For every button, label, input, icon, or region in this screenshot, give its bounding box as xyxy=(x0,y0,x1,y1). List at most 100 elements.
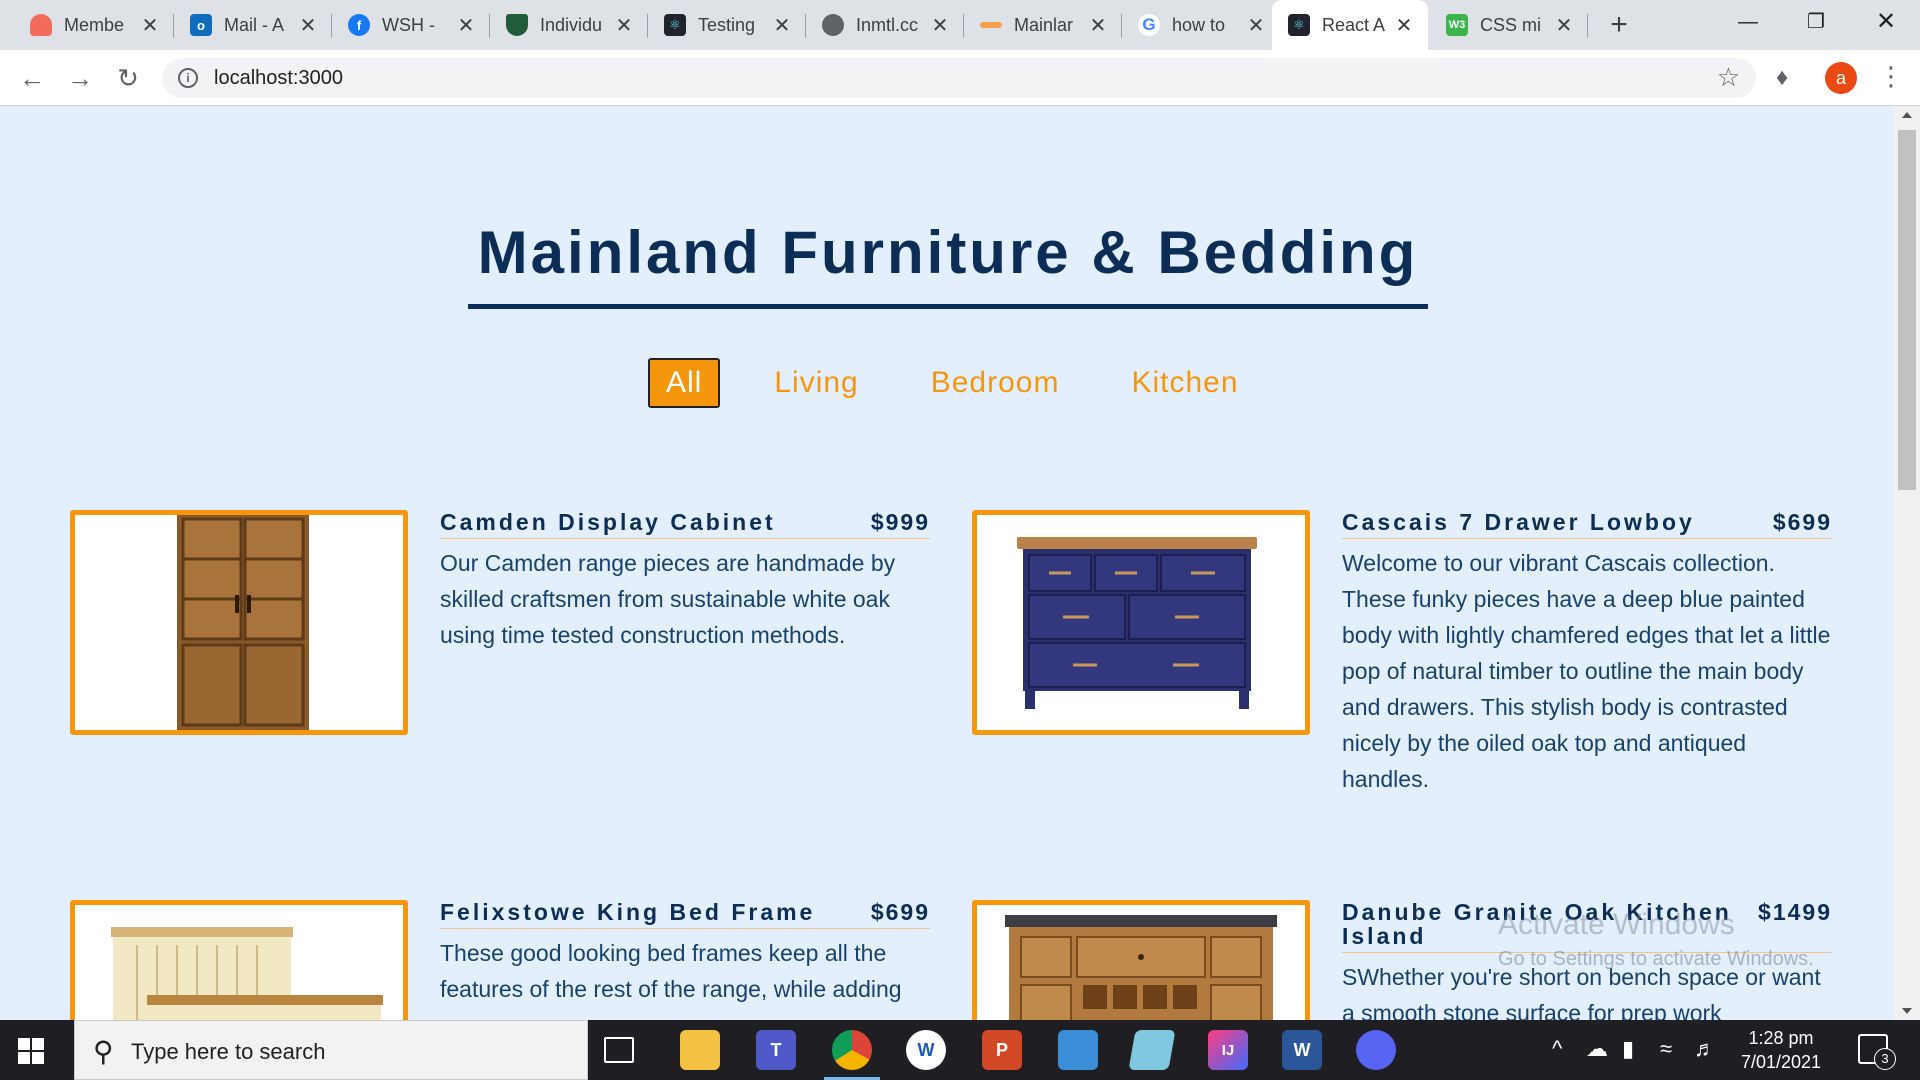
extensions-puzzle-icon[interactable]: ♦ xyxy=(1776,64,1788,92)
facebook-icon: f xyxy=(348,14,370,36)
tab-title: Membe xyxy=(64,14,125,35)
activate-windows-subtext: Go to Settings to activate Windows. xyxy=(1498,948,1814,970)
notification-center-icon[interactable]: 3 xyxy=(1858,1034,1896,1070)
url-text[interactable]: localhost:3000 xyxy=(214,67,343,90)
lowboy-image xyxy=(1017,537,1257,709)
chrome-icon[interactable] xyxy=(824,1030,880,1080)
filter-kitchen-button[interactable]: Kitchen xyxy=(1113,358,1256,408)
tab-bar: Membe ✕ o Mail - A ✕ f WSH - ✕ Individu … xyxy=(0,0,1920,50)
vertical-scrollbar[interactable] xyxy=(1894,106,1920,1020)
item-name: Felixstowe King Bed Frame xyxy=(440,899,816,925)
notes-icon[interactable] xyxy=(1128,1030,1176,1070)
reload-button[interactable]: ↻ xyxy=(112,62,144,94)
discord-icon[interactable] xyxy=(1356,1030,1396,1070)
category-filters: All Living Bedroom Kitchen xyxy=(648,358,1293,408)
restore-button[interactable]: ❐ xyxy=(1782,0,1850,44)
tab-title: React A xyxy=(1322,14,1386,35)
browser-tab[interactable]: W3 CSS mi ✕ xyxy=(1430,0,1588,50)
browser-tab[interactable]: Inmtl.cc ✕ xyxy=(806,0,964,50)
ruler-icon xyxy=(980,22,1002,28)
react-icon: ⚛ xyxy=(1288,14,1310,36)
intellij-icon[interactable]: IJ xyxy=(1208,1030,1248,1070)
close-icon[interactable]: ✕ xyxy=(1242,13,1270,38)
activate-windows-watermark: Activate Windows xyxy=(1498,908,1735,941)
shield-icon xyxy=(506,14,528,36)
close-window-button[interactable]: ✕ xyxy=(1852,0,1920,44)
info-icon[interactable]: i xyxy=(178,68,198,88)
notification-count-badge: 3 xyxy=(1874,1048,1896,1070)
bookmark-star-icon[interactable]: ☆ xyxy=(1717,62,1740,93)
close-icon[interactable]: ✕ xyxy=(1390,13,1418,38)
tab-separator xyxy=(1587,14,1588,38)
taskbar-search-box[interactable]: ⚲ Type here to search xyxy=(74,1020,588,1080)
teams-icon[interactable]: T xyxy=(756,1030,796,1070)
close-icon[interactable]: ✕ xyxy=(926,13,954,38)
new-tab-button[interactable]: + xyxy=(1602,8,1636,42)
minimize-button[interactable]: — xyxy=(1714,0,1782,44)
word-icon[interactable]: W xyxy=(1282,1030,1322,1070)
item-image xyxy=(972,510,1310,735)
menu-kebab-icon[interactable]: ⋮ xyxy=(1878,60,1904,92)
scrollbar-thumb[interactable] xyxy=(1898,130,1916,490)
browser-toolbar: ← → ↻ i localhost:3000 ☆ xyxy=(0,50,1920,106)
tab-title: CSS mi xyxy=(1480,14,1542,35)
tab-title: Mail - A xyxy=(224,14,285,35)
close-icon[interactable]: ✕ xyxy=(610,13,638,38)
close-icon[interactable]: ✕ xyxy=(768,13,796,38)
filter-bedroom-button[interactable]: Bedroom xyxy=(913,358,1078,408)
battery-icon[interactable]: ▮ xyxy=(1622,1036,1634,1062)
volume-icon[interactable]: ♬ xyxy=(1694,1036,1716,1062)
item-price: $699 xyxy=(1772,509,1832,535)
tab-title: how to xyxy=(1172,14,1226,35)
powerpoint-icon[interactable]: P xyxy=(982,1030,1022,1070)
task-view-icon[interactable] xyxy=(604,1037,634,1063)
filter-living-button[interactable]: Living xyxy=(756,358,876,408)
forward-button[interactable]: → xyxy=(64,62,96,94)
control-panel-icon[interactable] xyxy=(1058,1030,1098,1070)
browser-tab[interactable]: f WSH - ✕ xyxy=(332,0,490,50)
chevron-up-icon[interactable]: ^ xyxy=(1552,1036,1562,1062)
search-icon: ⚲ xyxy=(93,1036,114,1067)
address-bar[interactable]: i localhost:3000 ☆ xyxy=(162,58,1756,98)
scroll-down-arrow-icon[interactable] xyxy=(1902,1008,1912,1014)
tab-title: WSH - xyxy=(382,14,435,35)
close-icon[interactable]: ✕ xyxy=(136,13,164,38)
item-description: These good looking bed frames keep all t… xyxy=(440,940,902,1002)
browser-tab[interactable]: Individu ✕ xyxy=(490,0,648,50)
browser-tab[interactable]: Mainlar ✕ xyxy=(964,0,1122,50)
bed-image xyxy=(111,927,383,1020)
browser-tab[interactable]: Membe ✕ xyxy=(14,0,174,50)
item-description: Welcome to our vibrant Cascais collectio… xyxy=(1342,550,1831,792)
close-icon[interactable]: ✕ xyxy=(452,13,480,38)
item-price: $1499 xyxy=(1758,899,1832,925)
file-explorer-icon[interactable] xyxy=(680,1030,720,1070)
item-name: Cascais 7 Drawer Lowboy xyxy=(1342,509,1695,535)
clock[interactable]: 1:28 pm 7/01/2021 xyxy=(1726,1026,1836,1074)
scroll-up-arrow-icon[interactable] xyxy=(1902,112,1912,118)
word-pad-icon[interactable]: W xyxy=(906,1030,946,1070)
close-icon[interactable]: ✕ xyxy=(1084,13,1112,38)
tab-title: Testing xyxy=(698,14,756,35)
profile-avatar[interactable]: a xyxy=(1825,62,1857,94)
page-title: Mainland Furniture & Bedding xyxy=(477,219,1419,286)
clock-time: 1:28 pm xyxy=(1748,1028,1814,1048)
close-icon[interactable]: ✕ xyxy=(1550,13,1578,38)
clock-date: 7/01/2021 xyxy=(1740,1052,1822,1072)
browser-tab[interactable]: o Mail - A ✕ xyxy=(174,0,332,50)
wifi-icon[interactable]: ≈ xyxy=(1660,1036,1672,1062)
windows-start-icon[interactable] xyxy=(18,1038,44,1064)
item-description: Our Camden range pieces are handmade by … xyxy=(440,550,896,648)
title-underline xyxy=(468,304,1428,309)
browser-tab[interactable]: G how to ✕ xyxy=(1122,0,1280,50)
back-button[interactable]: ← xyxy=(16,62,48,94)
browser-tab[interactable]: ⚛ Testing ✕ xyxy=(648,0,806,50)
onedrive-cloud-icon[interactable]: ☁ xyxy=(1586,1036,1608,1062)
tab-title: Inmtl.cc xyxy=(856,14,919,35)
filter-all-button[interactable]: All xyxy=(648,358,721,408)
item-info: Camden Display Cabinet $999 Our Camden r… xyxy=(440,510,930,653)
close-icon[interactable]: ✕ xyxy=(294,13,322,38)
item-image xyxy=(70,900,408,1020)
item-info: Felixstowe King Bed Frame $699 These goo… xyxy=(440,900,930,1007)
browser-tab-active[interactable]: ⚛ React A ✕ xyxy=(1272,0,1428,50)
cabinet-image xyxy=(177,515,309,730)
